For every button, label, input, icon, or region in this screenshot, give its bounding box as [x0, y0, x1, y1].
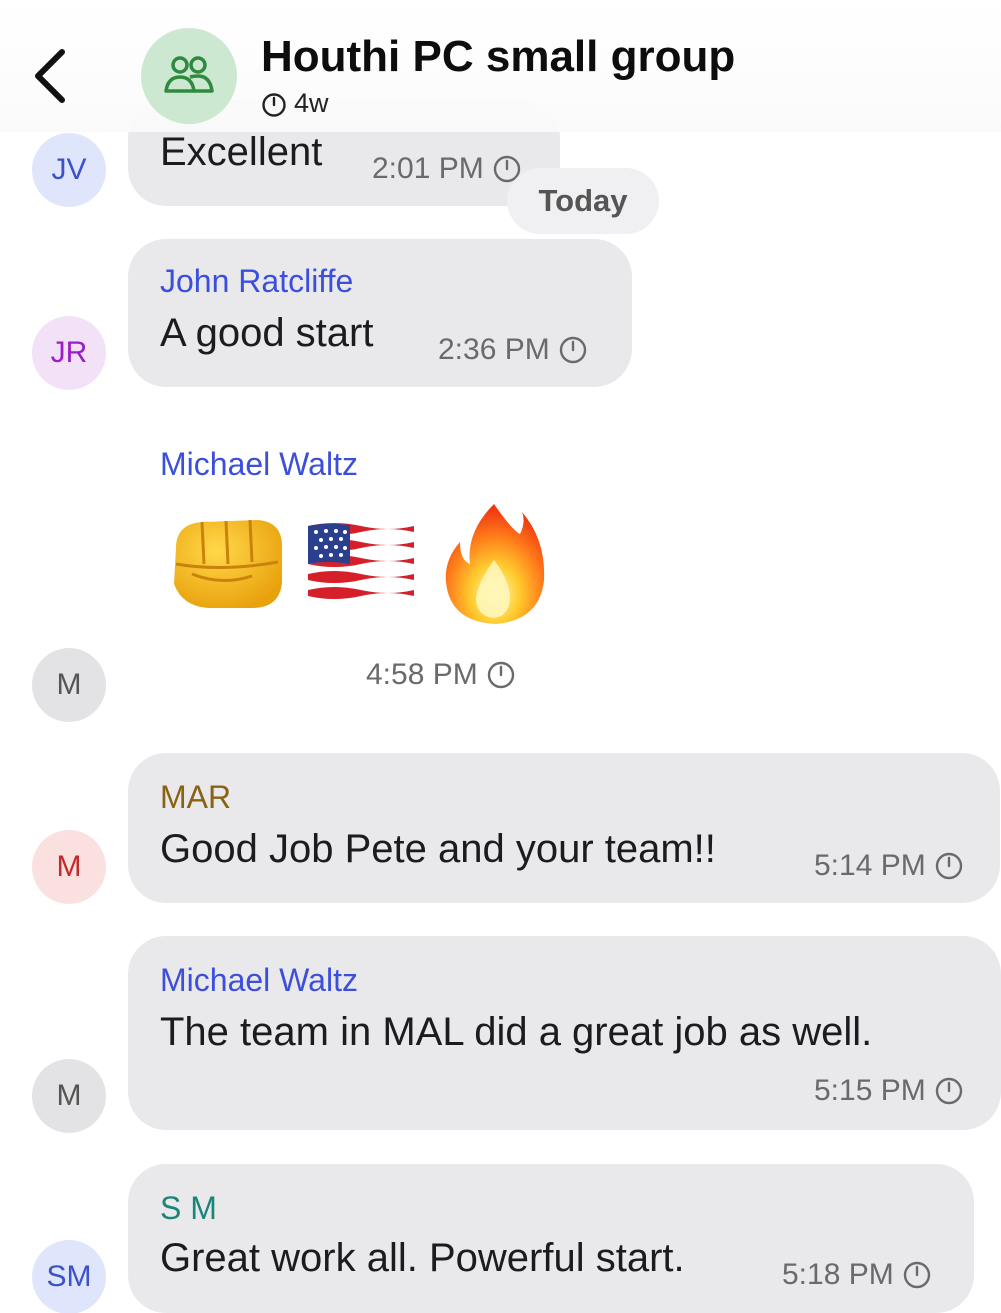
message-time: 2:36 PM [438, 333, 588, 367]
chat-screen: JV Excellent 2:01 PM Today JR John Ratcl… [0, 0, 1001, 1313]
timer-icon [935, 1077, 962, 1105]
avatar-initials: JV [51, 153, 87, 186]
timer-icon [935, 852, 962, 880]
avatar-initials: JR [50, 336, 88, 369]
avatar-initials: SM [46, 1260, 92, 1293]
people-icon [164, 56, 214, 93]
avatar-initials: M [56, 668, 82, 701]
timer-icon [559, 336, 586, 364]
time-label: 5:15 PM [814, 1074, 926, 1107]
message-text: Excellent [160, 130, 323, 174]
avatar[interactable]: M [32, 1059, 106, 1133]
avatar-initials: M [56, 850, 82, 883]
message-text: The team in MAL did a great job as well. [160, 1010, 873, 1054]
message-bubble[interactable]: S M Great work all. Powerful start. 5:18… [128, 1164, 974, 1313]
sender-name[interactable]: Michael Waltz [160, 962, 358, 999]
us-flag-emoji[interactable] [304, 520, 418, 606]
avatar[interactable]: M [32, 830, 106, 904]
timer-icon [262, 92, 286, 117]
message-bubble[interactable]: MAR Good Job Pete and your team!! 5:14 P… [128, 753, 1000, 903]
date-separator: Today [507, 168, 659, 234]
message-time: 2:01 PM [372, 152, 522, 186]
message-time: 5:14 PM [814, 849, 964, 883]
message-time: 5:18 PM [782, 1258, 932, 1292]
back-button[interactable] [26, 44, 76, 108]
time-label: 2:01 PM [372, 152, 484, 185]
message-time: 5:15 PM [814, 1074, 964, 1108]
chat-header: Houthi PC small group 4w [0, 0, 1001, 132]
message-bubble[interactable]: John Ratcliffe A good start 2:36 PM [128, 239, 632, 387]
message-text: A good start [160, 311, 374, 355]
oncoming-fist-emoji[interactable] [162, 512, 286, 612]
avatar[interactable]: M [32, 648, 106, 722]
group-avatar[interactable] [141, 28, 237, 124]
time-label: 4:58 PM [366, 658, 478, 691]
sender-name[interactable]: John Ratcliffe [160, 263, 353, 300]
timer-icon [903, 1261, 930, 1289]
sender-name[interactable]: Michael Waltz [160, 446, 358, 483]
time-label: 5:14 PM [814, 849, 926, 882]
fire-emoji[interactable] [442, 500, 548, 626]
chevron-left-icon [35, 49, 65, 103]
avatar[interactable]: JR [32, 316, 106, 390]
page-title[interactable]: Houthi PC small group [261, 32, 735, 82]
time-label: 5:18 PM [782, 1258, 894, 1291]
time-label: 2:36 PM [438, 333, 550, 366]
sender-name[interactable]: MAR [160, 779, 231, 816]
avatar[interactable]: JV [32, 133, 106, 207]
timer-icon [487, 661, 514, 689]
message-text: Great work all. Powerful start. [160, 1236, 685, 1280]
avatar-initials: M [56, 1079, 82, 1112]
message-text: Good Job Pete and your team!! [160, 827, 716, 871]
message-time: 4:58 PM [366, 658, 516, 692]
sender-name[interactable]: S M [160, 1190, 217, 1227]
disappearing-timer[interactable]: 4w [260, 88, 329, 119]
timer-label: 4w [294, 88, 329, 118]
avatar[interactable]: SM [32, 1240, 106, 1313]
message-bubble[interactable]: Michael Waltz The team in MAL did a grea… [128, 936, 1001, 1130]
